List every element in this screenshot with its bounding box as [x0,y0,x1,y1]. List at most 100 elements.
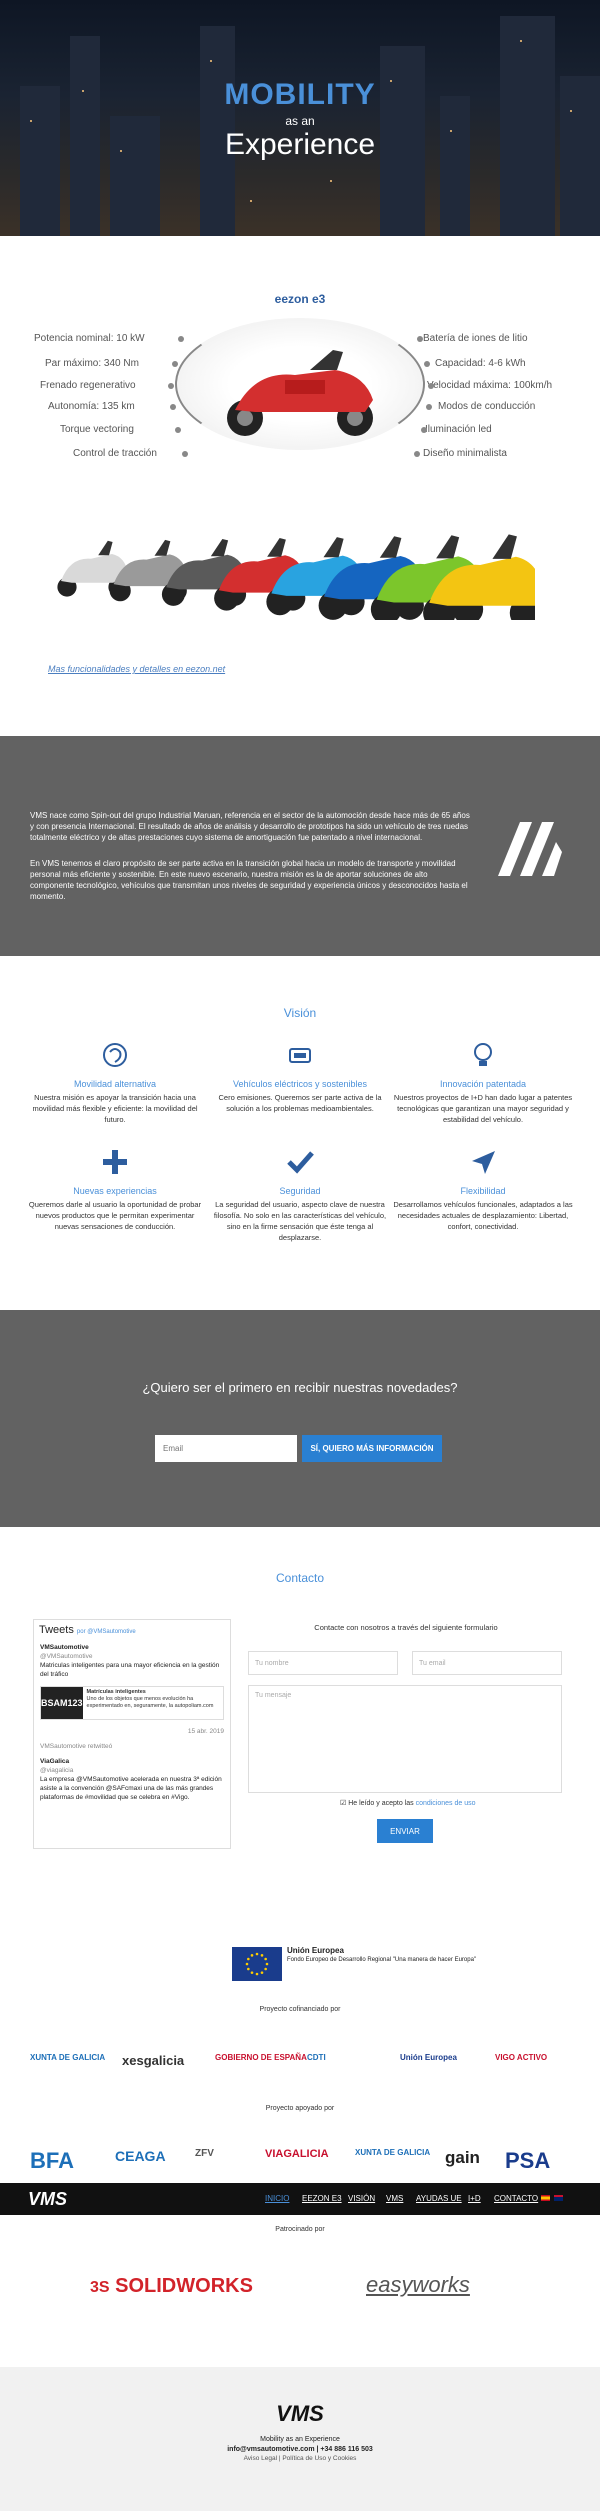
vision-item-title: Movilidad alternativa [73,1079,157,1089]
vision-item-1: Movilidad alternativa Nuestra misión es … [25,1040,205,1125]
nav-item-vms[interactable]: VMS [386,2194,403,2203]
feature-right-6: Diseño minimalista [423,448,507,459]
about-paragraph-1: VMS nace como Spin-out del grupo Industr… [30,811,470,842]
support-logo-5: XUNTA DE GALICIA [355,2148,431,2157]
support-logo-4: VIAGALICIA [265,2148,329,2160]
footer-contact[interactable]: info@vmsautomotive.com | +34 886 116 503 [0,2445,600,2455]
hero-as: as an [285,114,315,128]
retweet-label: VMSautomotive retwitteó [40,1743,113,1750]
feature-left-2: Par máximo: 340 Nm [45,358,139,369]
feature-left-5: Torque vectoring [60,424,134,435]
feature-right-2: Capacidad: 4-6 kWh [435,358,526,369]
terms-link[interactable]: condiciones de uso [416,1800,476,1807]
flag-es-icon[interactable] [541,2195,550,2201]
vision-item-text: Cero emisiones. Queremos ser parte activ… [218,1093,382,1113]
feature-left-1: Potencia nominal: 10 kW [34,333,145,344]
vision-item-text: Desarrollamos vehículos funcionales, ada… [393,1200,573,1231]
more-info-link[interactable]: Mas funcionalidades y detalles en eezon.… [48,664,225,674]
cofin-logo-3: GOBIERNO DE ESPAÑA [215,2053,307,2062]
hero-title: MOBILITY [224,78,376,111]
terms-checkbox-row[interactable]: ☑ He leído y acepto las condiciones de u… [340,1799,476,1807]
tweet-1[interactable]: VMSautomotive @VMSautomotive Matriculas … [34,1640,230,1682]
cofin-logo-2: xesgalicia [122,2053,185,2068]
feature-dot [178,336,184,342]
main-navbar: VMS INICIO EEZON E3 VISIÓN VMS AYUDAS UE I+D C… [0,2183,600,2215]
about-paragraph-2: En VMS tenemos el claro propósito de ser… [30,859,468,901]
nav-item-i-d[interactable]: I+D [468,2194,481,2203]
vision-title: Visión [283,1006,317,1020]
tweet-date: 15 abr. 2019 [187,1728,224,1735]
sponsored-label: Patrocinado por [275,2226,325,2233]
nav-logo[interactable]: VMS [28,2189,67,2210]
eu-flag-icon [232,1947,282,1981]
flag-uk-icon[interactable] [554,2195,563,2201]
name-input[interactable]: Tu nombre [248,1651,398,1675]
feature-right-1: Batería de iones de litio [423,333,528,344]
feature-left-4: Autonomía: 135 km [48,401,135,412]
feature-dot [172,361,178,367]
tweet-2[interactable]: ViaGalica @viagalicia La empresa @VMSaut… [34,1754,230,1805]
nav-item-ayudas-ue[interactable]: AYUDAS UE [416,2194,462,2203]
nav-item-visi-n[interactable]: VISIÓN [348,2194,375,2203]
feature-dot [428,383,434,389]
vision-item-text: Queremos darle al usuario la oportunidad… [28,1200,202,1231]
newsletter-question: ¿Quiero ser el primero en recibir nuestr… [142,1380,458,1395]
vision-item-6: Flexibilidad Desarrollamos vehículos fun… [393,1147,573,1232]
navigation-icon [472,1151,495,1174]
about-section: VMS nace como Spin-out del grupo Industr… [0,736,600,956]
feature-right-5: Iluminación led [425,424,492,435]
vision-item-title: Flexibilidad [460,1186,506,1196]
send-button[interactable]: ENVIAR [377,1819,433,1843]
cofinanced-label: Proyecto cofinanciado por [259,2006,341,2013]
newsletter-email-input[interactable] [155,1435,297,1462]
support-logo-7: PSA [505,2148,551,2173]
cofin-logo-6: VIGO ACTIVO [495,2053,548,2062]
vision-item-text: Nuestra misión es apoyar la transición h… [32,1093,198,1124]
nav-item-eezon-e3[interactable]: EEZON E3 [302,2194,342,2203]
product-title: eezon e3 [274,292,326,306]
support-logo-2: CEAGA [115,2148,166,2164]
feature-dot [168,383,174,389]
vision-item-5: Seguridad La seguridad del usuario, aspe… [210,1147,390,1243]
feature-right-4: Modos de conducción [438,401,536,412]
contact-section: Contacto Tweets por @VMSautomotive VMSau… [0,1527,600,1917]
solidworks-logo: 3S SOLIDWORKS [90,2275,253,2297]
feature-dot [424,361,430,367]
hero-subtitle: Experience [224,128,376,161]
scooter-lineup-image [57,534,535,620]
feature-left-6: Control de tracción [73,448,157,459]
eu-text: Unión Europea Fondo Europeo de Desarroll… [287,1946,477,1964]
battery-icon [289,1048,311,1063]
scooter-image [227,350,373,436]
feature-dot [175,427,181,433]
cofin-logo-5: Unión Europea [400,2053,457,2062]
tweet-card[interactable]: BSAM123 Matrículas inteligentes Uno de lo… [40,1686,224,1720]
feature-left-3: Frenado regenerativo [40,380,136,391]
vision-item-title: Innovación patentada [439,1079,527,1089]
nav-item-inicio[interactable]: INICIO [265,2194,289,2203]
hero-banner: MOBILITY as an Experience [0,0,600,236]
vision-item-text: La seguridad del usuario, aspecto clave … [213,1200,387,1242]
footer-links[interactable]: Aviso Legal | Política de Uso y Cookies [0,2455,600,2462]
newsletter-submit-button[interactable]: SÍ, QUIERO MÁS INFORMACIÓN [302,1435,442,1462]
brain-icon [103,1043,127,1067]
contact-title: Contacto [275,1571,325,1585]
twitter-timeline[interactable]: Tweets por @VMSautomotive VMSautomotive … [33,1619,231,1849]
vision-item-title: Vehículos eléctricos y sostenibles [232,1079,368,1089]
vision-item-title: Nuevas experiencias [73,1186,157,1196]
vision-item-2: Vehículos eléctricos y sostenibles Cero … [210,1040,390,1114]
nav-item-contacto[interactable]: CONTACTO [494,2194,538,2203]
contact-form-label: Contacte con nosotros a través del sigui… [314,1623,498,1632]
newsletter-section: ¿Quiero ser el primero en recibir nuestr… [0,1310,600,1527]
terms-checkbox[interactable]: ☑ [340,1800,346,1807]
support-logo-1: BFA [30,2148,74,2173]
supported-label: Proyecto apoyado por [265,2105,335,2112]
feature-dot [170,404,176,410]
message-textarea[interactable]: Tu mensaje [248,1685,562,1793]
feature-dot [417,336,423,342]
email-input[interactable]: Tu email [412,1651,562,1675]
footer-tagline: Mobility as an Experience [260,2436,340,2443]
tweet-card-image: BSAM123 [41,1687,83,1719]
easyworks-logo: easyworks [366,2272,470,2297]
feature-dot [414,451,420,457]
